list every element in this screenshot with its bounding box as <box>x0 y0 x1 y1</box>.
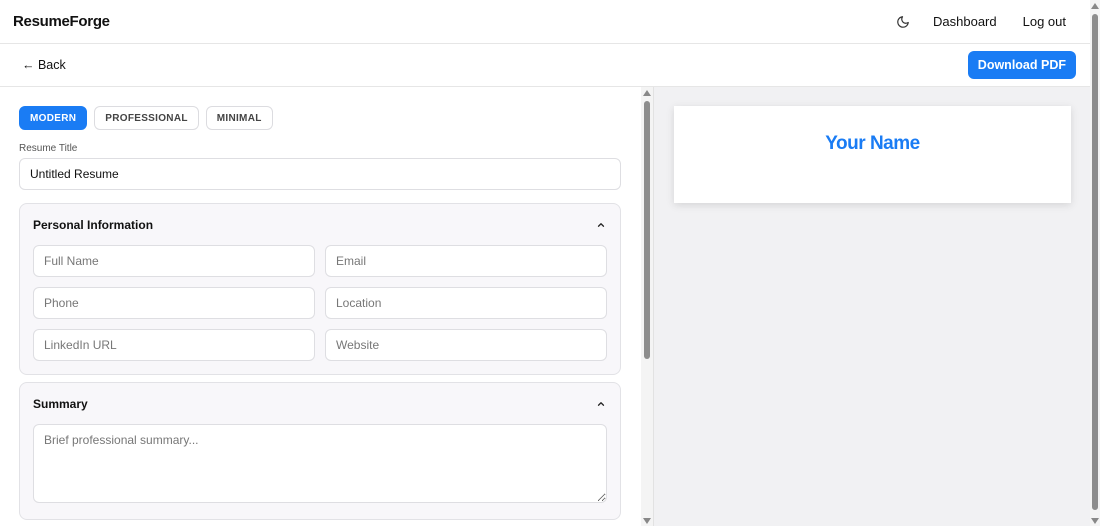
chevron-up-icon[interactable] <box>595 398 607 410</box>
summary-title: Summary <box>33 396 88 411</box>
phone-input[interactable] <box>33 287 315 319</box>
resume-editor-panel: MODERN PROFESSIONAL MINIMAL Resume Title… <box>0 87 641 526</box>
personal-info-section: Personal Information <box>19 203 621 375</box>
logout-link[interactable]: Log out <box>1023 14 1066 29</box>
page-scrollbar[interactable] <box>1090 0 1100 526</box>
resume-preview-page: Your Name <box>674 106 1071 203</box>
scroll-up-icon[interactable] <box>1091 3 1099 9</box>
resume-title-input[interactable] <box>19 158 621 190</box>
dashboard-link[interactable]: Dashboard <box>933 14 997 29</box>
resume-preview-panel: Your Name <box>653 87 1090 526</box>
linkedin-url-input[interactable] <box>33 329 315 361</box>
chevron-up-icon[interactable] <box>595 219 607 231</box>
download-pdf-button[interactable]: Download PDF <box>967 51 1076 79</box>
top-navigation: ResumeForge Dashboard Log out <box>0 0 1090 44</box>
location-input[interactable] <box>325 287 607 319</box>
template-selector: MODERN PROFESSIONAL MINIMAL <box>19 106 621 130</box>
editor-toolbar: ← Back Download PDF <box>0 44 1090 87</box>
scroll-up-icon[interactable] <box>643 90 651 96</box>
summary-textarea[interactable] <box>33 424 607 503</box>
summary-header[interactable]: Summary <box>33 383 607 424</box>
moon-icon[interactable] <box>895 14 911 30</box>
editor-scrollbar-thumb[interactable] <box>644 101 650 359</box>
personal-info-header[interactable]: Personal Information <box>33 204 607 245</box>
personal-info-fields <box>33 245 607 374</box>
full-name-input[interactable] <box>33 245 315 277</box>
personal-info-title: Personal Information <box>33 217 154 232</box>
preview-name: Your Name <box>825 133 920 154</box>
editor-scrollbar[interactable] <box>641 87 653 526</box>
nav-actions: Dashboard Log out <box>895 14 1078 30</box>
back-link[interactable]: ← Back <box>22 58 66 72</box>
resume-title-label: Resume Title <box>19 143 78 154</box>
email-input[interactable] <box>325 245 607 277</box>
scroll-down-icon[interactable] <box>643 518 651 524</box>
template-professional-button[interactable]: PROFESSIONAL <box>94 106 199 130</box>
page-scrollbar-thumb[interactable] <box>1092 14 1098 510</box>
website-input[interactable] <box>325 329 607 361</box>
brand-logo[interactable]: ResumeForge <box>13 13 110 30</box>
template-minimal-button[interactable]: MINIMAL <box>205 106 273 130</box>
template-modern-button[interactable]: MODERN <box>19 106 88 130</box>
scroll-down-icon[interactable] <box>1091 518 1099 524</box>
summary-section: Summary <box>19 382 621 520</box>
